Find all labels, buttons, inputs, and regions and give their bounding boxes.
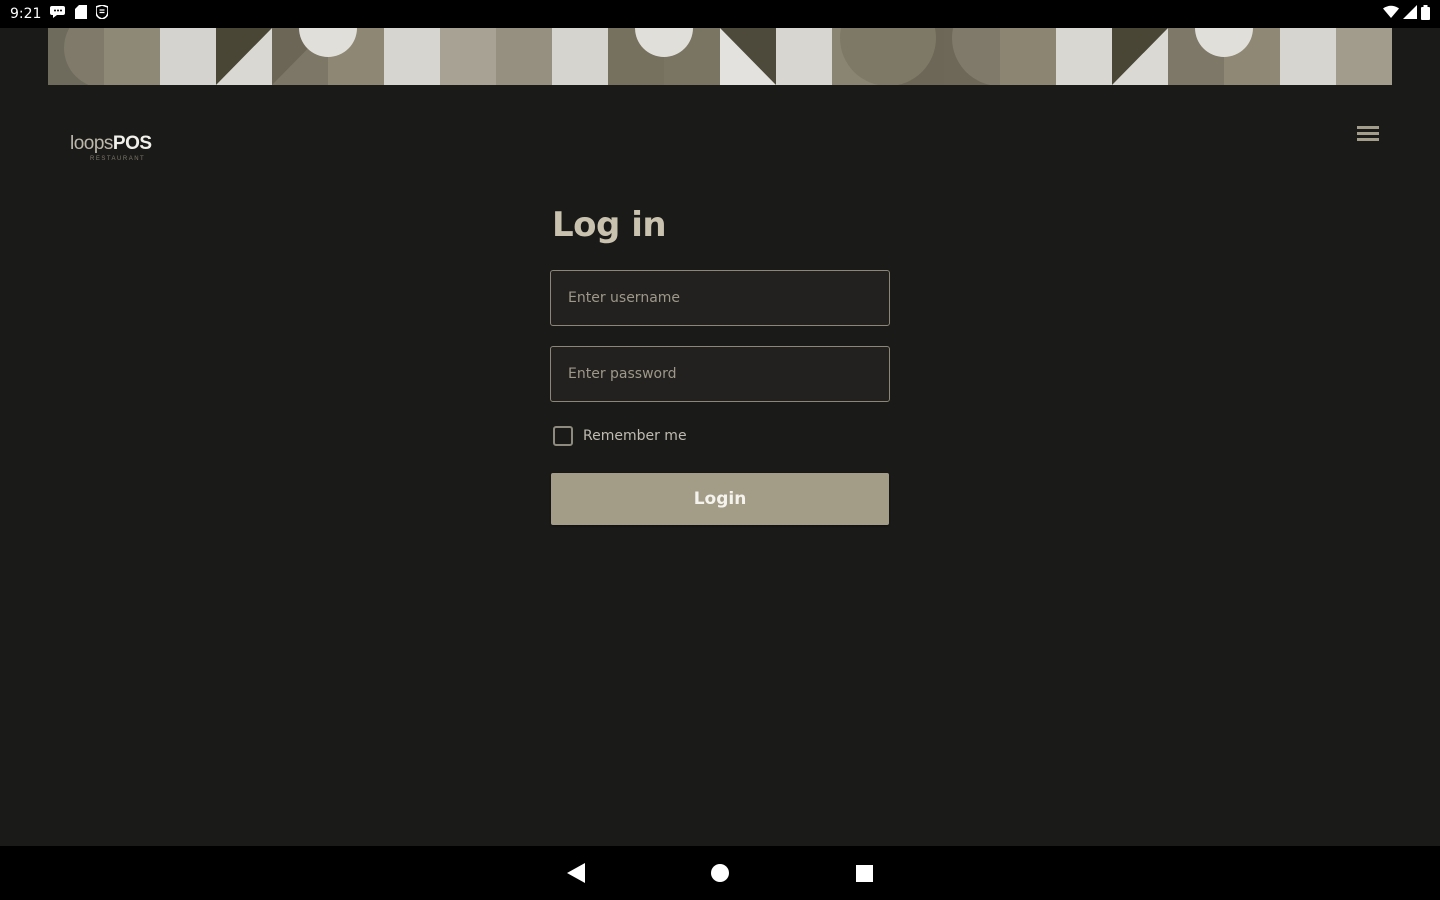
logo-pos-text: POS — [112, 133, 152, 154]
username-input[interactable] — [550, 270, 890, 326]
signal-icon — [1403, 5, 1417, 23]
menu-bar — [1357, 131, 1379, 135]
sd-card-icon — [75, 5, 88, 23]
login-button[interactable]: Login — [551, 473, 889, 525]
remember-me-checkbox[interactable] — [553, 426, 573, 446]
remember-me-label: Remember me — [583, 428, 687, 444]
recents-square-icon[interactable] — [847, 856, 881, 890]
back-triangle-icon[interactable] — [559, 856, 593, 890]
wifi-icon — [1383, 5, 1399, 23]
logo: loops POS RESTAURANT — [70, 133, 170, 173]
hamburger-menu-icon[interactable] — [1357, 123, 1381, 143]
remember-me-toggle[interactable]: Remember me — [553, 426, 687, 446]
status-bar: 9:21 — [0, 0, 1440, 28]
navigation-bar — [0, 846, 1440, 900]
clock: 9:21 — [10, 6, 42, 22]
chat-icon — [50, 5, 66, 23]
geometric-pattern-banner — [48, 28, 1392, 85]
menu-bar — [1357, 125, 1379, 129]
logo-subtitle: RESTAURANT — [90, 156, 146, 162]
home-circle-icon[interactable] — [703, 856, 737, 890]
password-input[interactable] — [550, 346, 890, 402]
shield-icon — [95, 4, 110, 23]
logo-loops-text: loops — [70, 133, 113, 154]
battery-icon — [1421, 4, 1430, 24]
page-title: Log in — [552, 205, 667, 245]
menu-bar — [1357, 137, 1379, 141]
